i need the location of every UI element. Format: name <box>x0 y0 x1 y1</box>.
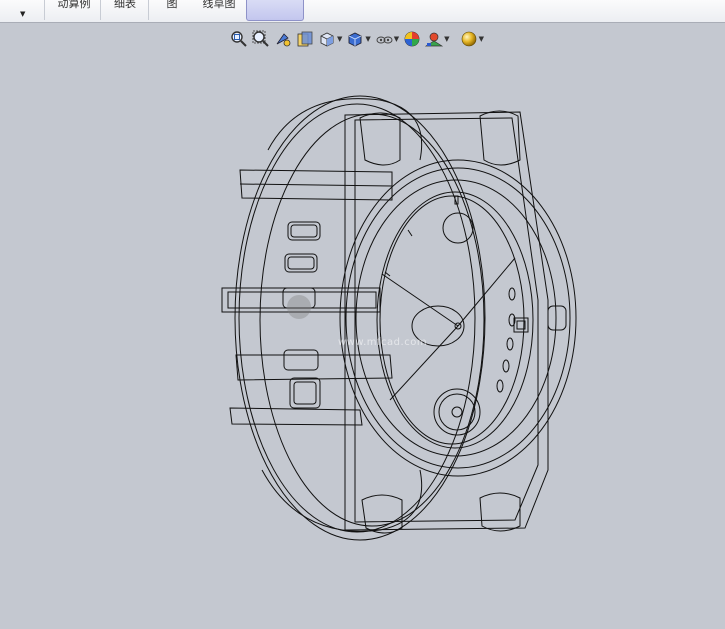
tab-separator <box>148 0 149 20</box>
tab-separator <box>100 0 101 20</box>
command-manager-tabs: ▼ 动算例 细表 图 线草图 <box>0 0 725 23</box>
graphics-area[interactable]: www.mfcad.com <box>0 22 725 629</box>
tab-sketch[interactable]: 线草图 <box>194 0 244 20</box>
tab-detail-table[interactable]: 细表 <box>106 0 144 20</box>
chevron-down-icon[interactable]: ▼ <box>20 10 25 18</box>
tab-active-empty[interactable] <box>246 0 304 21</box>
watch-wireframe-model <box>221 95 577 541</box>
watermark-url: www.mfcad.com <box>338 337 428 348</box>
watermark-logo <box>287 295 311 319</box>
tab-drawing[interactable]: 图 <box>154 0 190 20</box>
tab-separator <box>44 0 45 20</box>
tab-simulation-study[interactable]: 动算例 <box>50 0 98 20</box>
